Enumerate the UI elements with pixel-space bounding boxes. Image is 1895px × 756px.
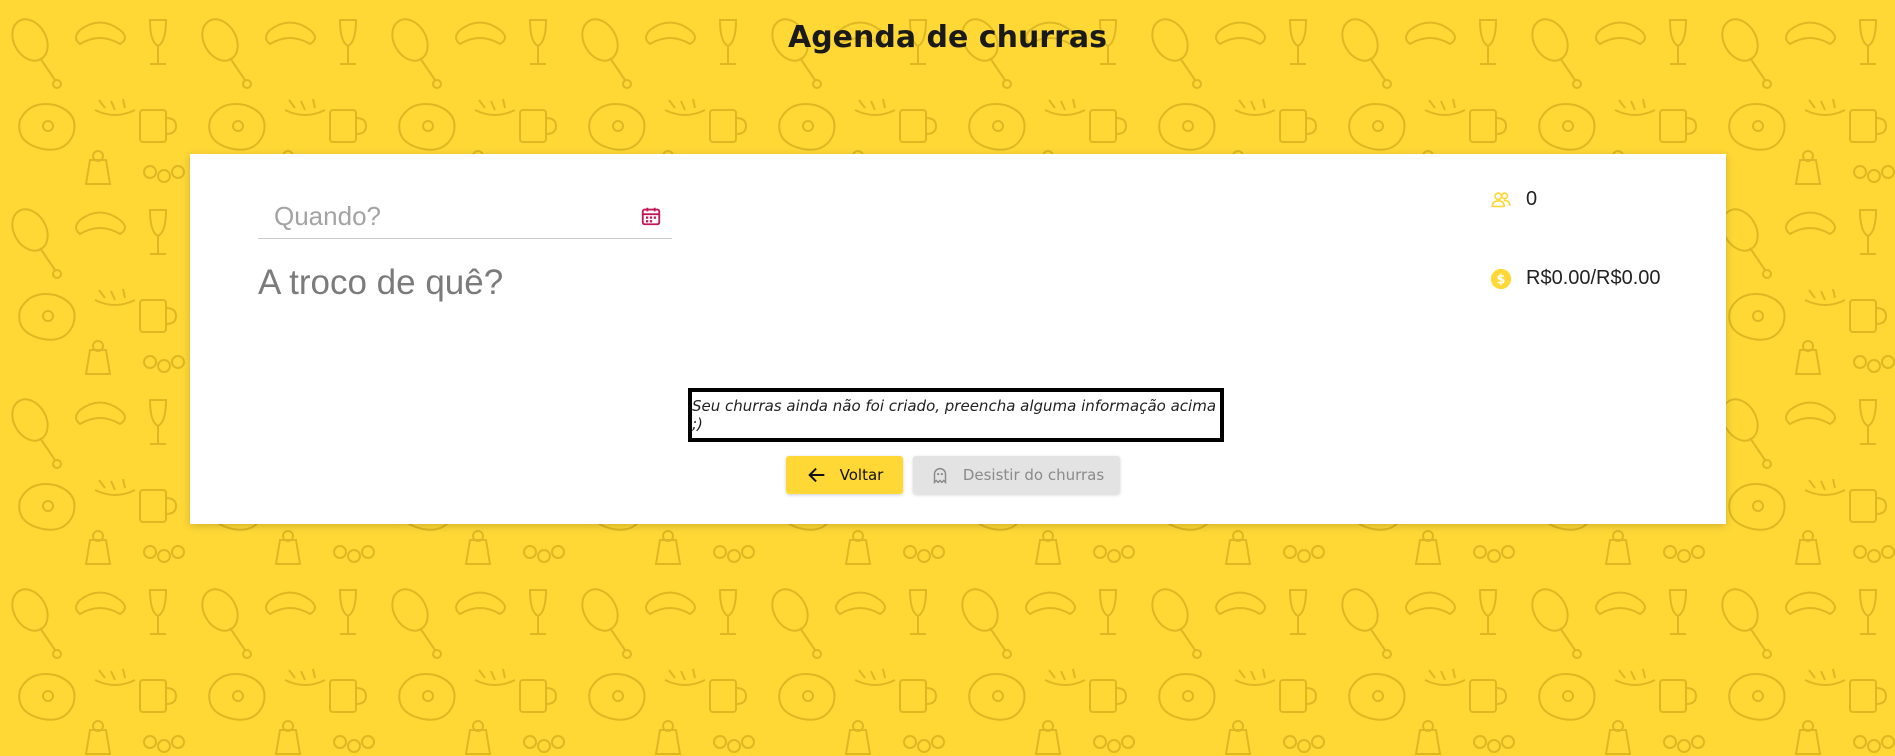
ghost-icon — [933, 467, 947, 485]
svg-text:$: $ — [1497, 272, 1506, 287]
participants-count: 0 — [1490, 188, 1537, 211]
date-input[interactable] — [258, 197, 628, 235]
arrow-left-icon — [807, 467, 824, 483]
back-button[interactable]: Voltar — [786, 456, 903, 494]
cancel-button-label: Desistir do churras — [962, 466, 1105, 484]
participants-count-value: 0 — [1526, 188, 1538, 210]
cancel-barbecue-button[interactable]: Desistir do churras — [913, 456, 1120, 494]
date-field — [258, 197, 672, 239]
page-title: Agenda de churras — [787, 20, 1107, 55]
back-button-label: Voltar — [839, 466, 884, 484]
calendar-icon[interactable] — [640, 205, 662, 227]
people-icon — [1491, 191, 1511, 207]
dollar-coin-icon: $ — [1490, 268, 1512, 289]
money-total: $ R$0.00/R$0.00 — [1490, 267, 1661, 290]
barbecue-form-card: 0 $ R$0.00/R$0.00 Seu churras ainda não … — [190, 154, 1726, 524]
notice-text: Seu churras ainda não foi criado, preenc… — [692, 397, 1217, 433]
description-input[interactable] — [258, 258, 858, 308]
not-created-notice: Seu churras ainda não foi criado, preenc… — [688, 388, 1224, 442]
money-total-value: R$0.00/R$0.00 — [1526, 267, 1661, 289]
